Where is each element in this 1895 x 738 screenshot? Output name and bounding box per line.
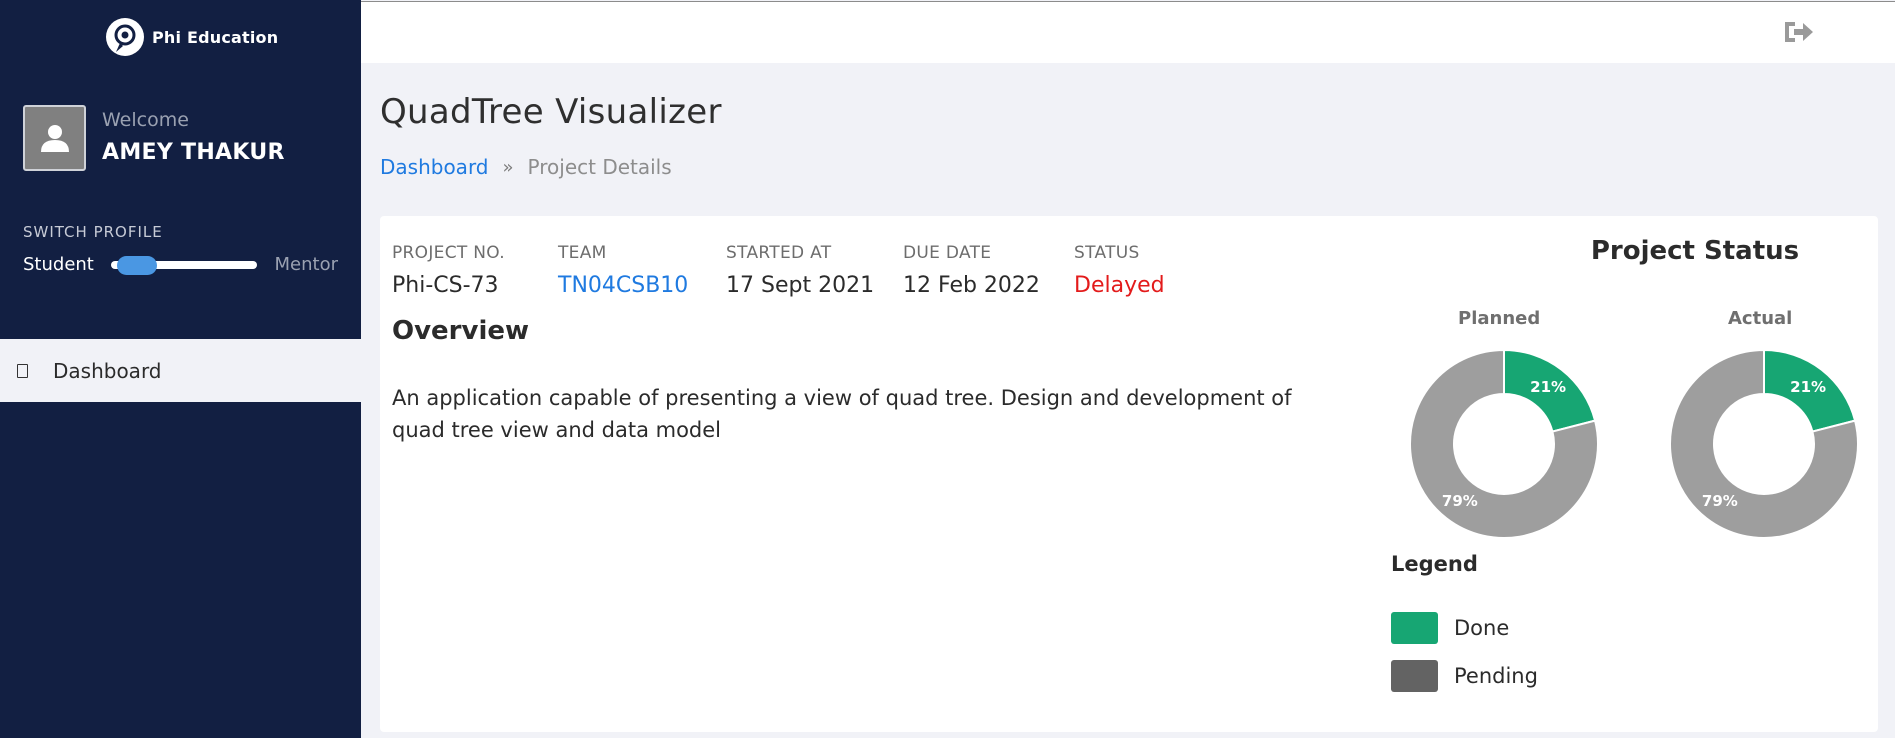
due-date: DUE DATE 12 Feb 2022 (903, 243, 1040, 298)
brand-name: Phi Education (152, 27, 279, 47)
phi-logo-icon (106, 18, 144, 56)
sidebar: Phi Education Welcome AMEY THAKUR SWITCH… (0, 0, 361, 738)
legend-title: Legend (1391, 552, 1478, 576)
breadcrumb-current: Project Details (527, 155, 672, 179)
status-value: Delayed (1074, 273, 1165, 298)
user-icon (40, 125, 69, 152)
profile-switch: Student Mentor (23, 252, 338, 280)
brand[interactable]: Phi Education (104, 16, 278, 58)
user-name: AMEY THAKUR (102, 140, 285, 165)
started-at: STARTED AT 17 Sept 2021 (726, 243, 874, 298)
legend-item-pending: Pending (1391, 660, 1538, 692)
donut-label-pending: 79% (1442, 492, 1478, 510)
switch-option-student[interactable]: Student (23, 254, 94, 275)
breadcrumb-dashboard-link[interactable]: Dashboard (380, 155, 489, 179)
welcome-text: Welcome (102, 109, 189, 131)
overview-title: Overview (392, 316, 530, 346)
top-bar (361, 1, 1895, 63)
legend-label-done: Done (1454, 616, 1510, 640)
overview-text: An application capable of presenting a v… (392, 386, 1292, 442)
due-date-value: 12 Feb 2022 (903, 273, 1040, 298)
legend-swatch-pending (1391, 660, 1438, 692)
project-details-card: PROJECT NO. Phi-CS-73 TEAM TN04CSB10 STA… (380, 216, 1878, 732)
legend-label-pending: Pending (1454, 664, 1538, 688)
breadcrumb: Dashboard » Project Details (380, 155, 672, 179)
team-label: TEAM (558, 243, 607, 263)
switch-profile-title: SWITCH PROFILE (23, 223, 163, 241)
legend-item-done: Done (1391, 612, 1509, 644)
donut-label-done: 21% (1790, 378, 1826, 396)
profile-slider-thumb[interactable] (117, 256, 157, 275)
started-at-label: STARTED AT (726, 243, 832, 263)
breadcrumb-separator-icon: » (502, 156, 514, 178)
switch-option-mentor[interactable]: Mentor (275, 254, 338, 275)
project-no-label: PROJECT NO. (392, 243, 505, 263)
legend-swatch-done (1391, 612, 1438, 644)
project-status-title: Project Status (1590, 236, 1800, 266)
started-at-value: 17 Sept 2021 (726, 273, 875, 298)
planned-donut-chart: 21% 79% (1409, 348, 1599, 539)
donut-label-pending: 79% (1702, 492, 1738, 510)
sidebar-item-label: Dashboard (53, 358, 162, 383)
logout-icon[interactable] (1782, 18, 1816, 46)
sidebar-item-dashboard[interactable]: Dashboard (0, 339, 361, 402)
status-label: STATUS (1074, 243, 1140, 263)
team: TEAM TN04CSB10 (558, 243, 688, 298)
status: STATUS Delayed (1074, 243, 1165, 298)
project-no-value: Phi-CS-73 (392, 273, 499, 298)
chart-title-planned: Planned (1458, 308, 1541, 329)
project-no: PROJECT NO. Phi-CS-73 (392, 243, 505, 298)
dashboard-icon (17, 363, 28, 378)
due-date-label: DUE DATE (903, 243, 992, 263)
avatar[interactable] (23, 105, 86, 171)
team-link[interactable]: TN04CSB10 (558, 273, 688, 298)
chart-title-actual: Actual (1728, 308, 1793, 329)
page-title: QuadTree Visualizer (380, 92, 722, 132)
donut-label-done: 21% (1530, 378, 1566, 396)
actual-donut-chart: 21% 79% (1669, 348, 1859, 539)
